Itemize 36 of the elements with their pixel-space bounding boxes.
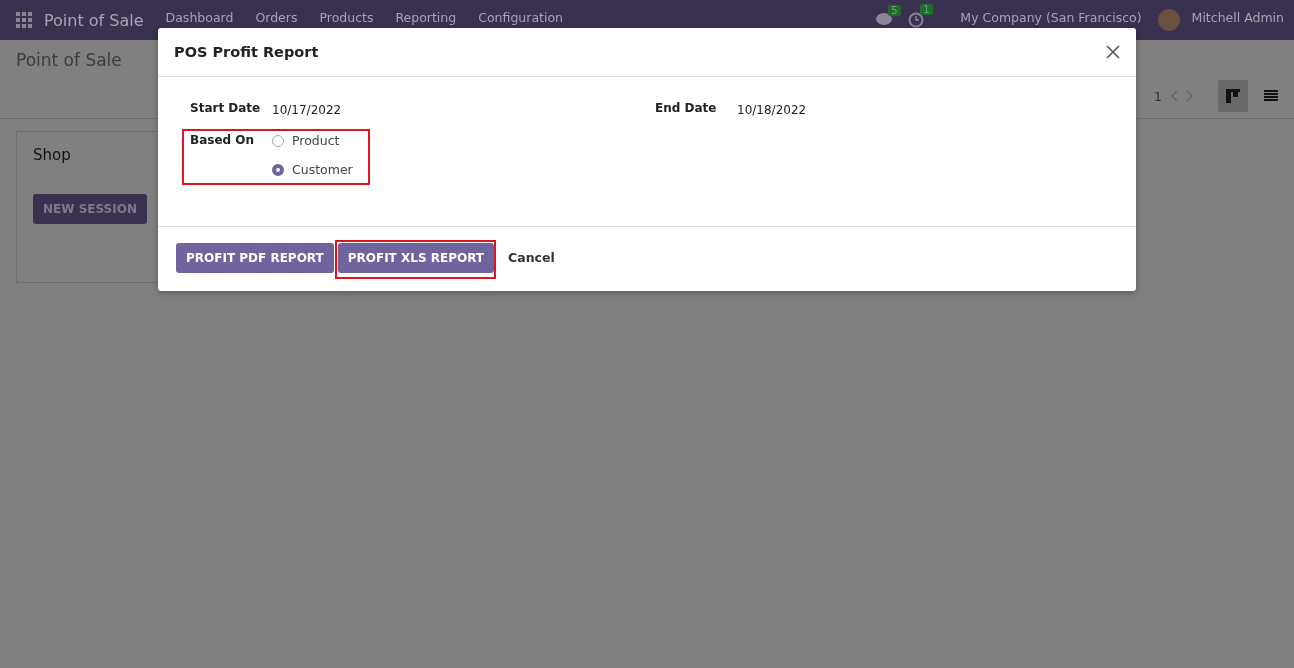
menu-item[interactable]: Products	[319, 11, 374, 25]
breadcrumb: Point of Sale	[16, 50, 122, 72]
menu-item[interactable]: Orders	[255, 11, 298, 25]
apps-menu-icon	[16, 12, 32, 28]
pager-value: 1	[1153, 88, 1162, 104]
app-name[interactable]: Point of Sale	[44, 10, 144, 30]
field-label: Start Date	[190, 101, 262, 115]
menu-item[interactable]: Dashboard	[165, 11, 234, 25]
date-field[interactable]: 10/18/2022	[737, 103, 807, 117]
menu-item[interactable]: Reporting	[395, 11, 457, 25]
previous-icon	[1170, 90, 1178, 102]
radio-icon[interactable]	[272, 163, 284, 176]
new-session-button[interactable]: NEW SESSION	[33, 194, 147, 224]
dialog-title: POS Profit Report	[174, 44, 319, 60]
report-button[interactable]: PROFIT XLS REPORT	[337, 242, 495, 273]
view-switch-button[interactable]	[1218, 80, 1248, 112]
list-icon	[1264, 90, 1278, 102]
chat-icon	[876, 13, 893, 27]
radio-icon[interactable]	[272, 134, 284, 147]
menu-item[interactable]: Configuration	[478, 11, 563, 25]
user-name[interactable]: Mitchell Admin	[1191, 11, 1284, 25]
message-count: 5	[888, 5, 901, 16]
next-icon	[1186, 90, 1194, 102]
cancel-button[interactable]: Cancel	[498, 242, 565, 273]
radio-option[interactable]: Product	[272, 133, 353, 148]
kanban-icon	[1226, 89, 1240, 103]
date-field[interactable]: 10/17/2022	[272, 103, 342, 117]
report-button[interactable]: PROFIT PDF REPORT	[176, 242, 334, 273]
card-title: Shop	[33, 146, 71, 164]
company-name[interactable]: My Company (San Francisco)	[960, 11, 1142, 25]
close-button[interactable]	[1106, 45, 1120, 59]
activity-count: 1	[920, 4, 933, 15]
clock-icon	[908, 12, 925, 28]
field-label: End Date	[655, 101, 718, 115]
radio-option[interactable]: Customer	[272, 162, 353, 177]
field-label: Based On	[190, 133, 256, 149]
